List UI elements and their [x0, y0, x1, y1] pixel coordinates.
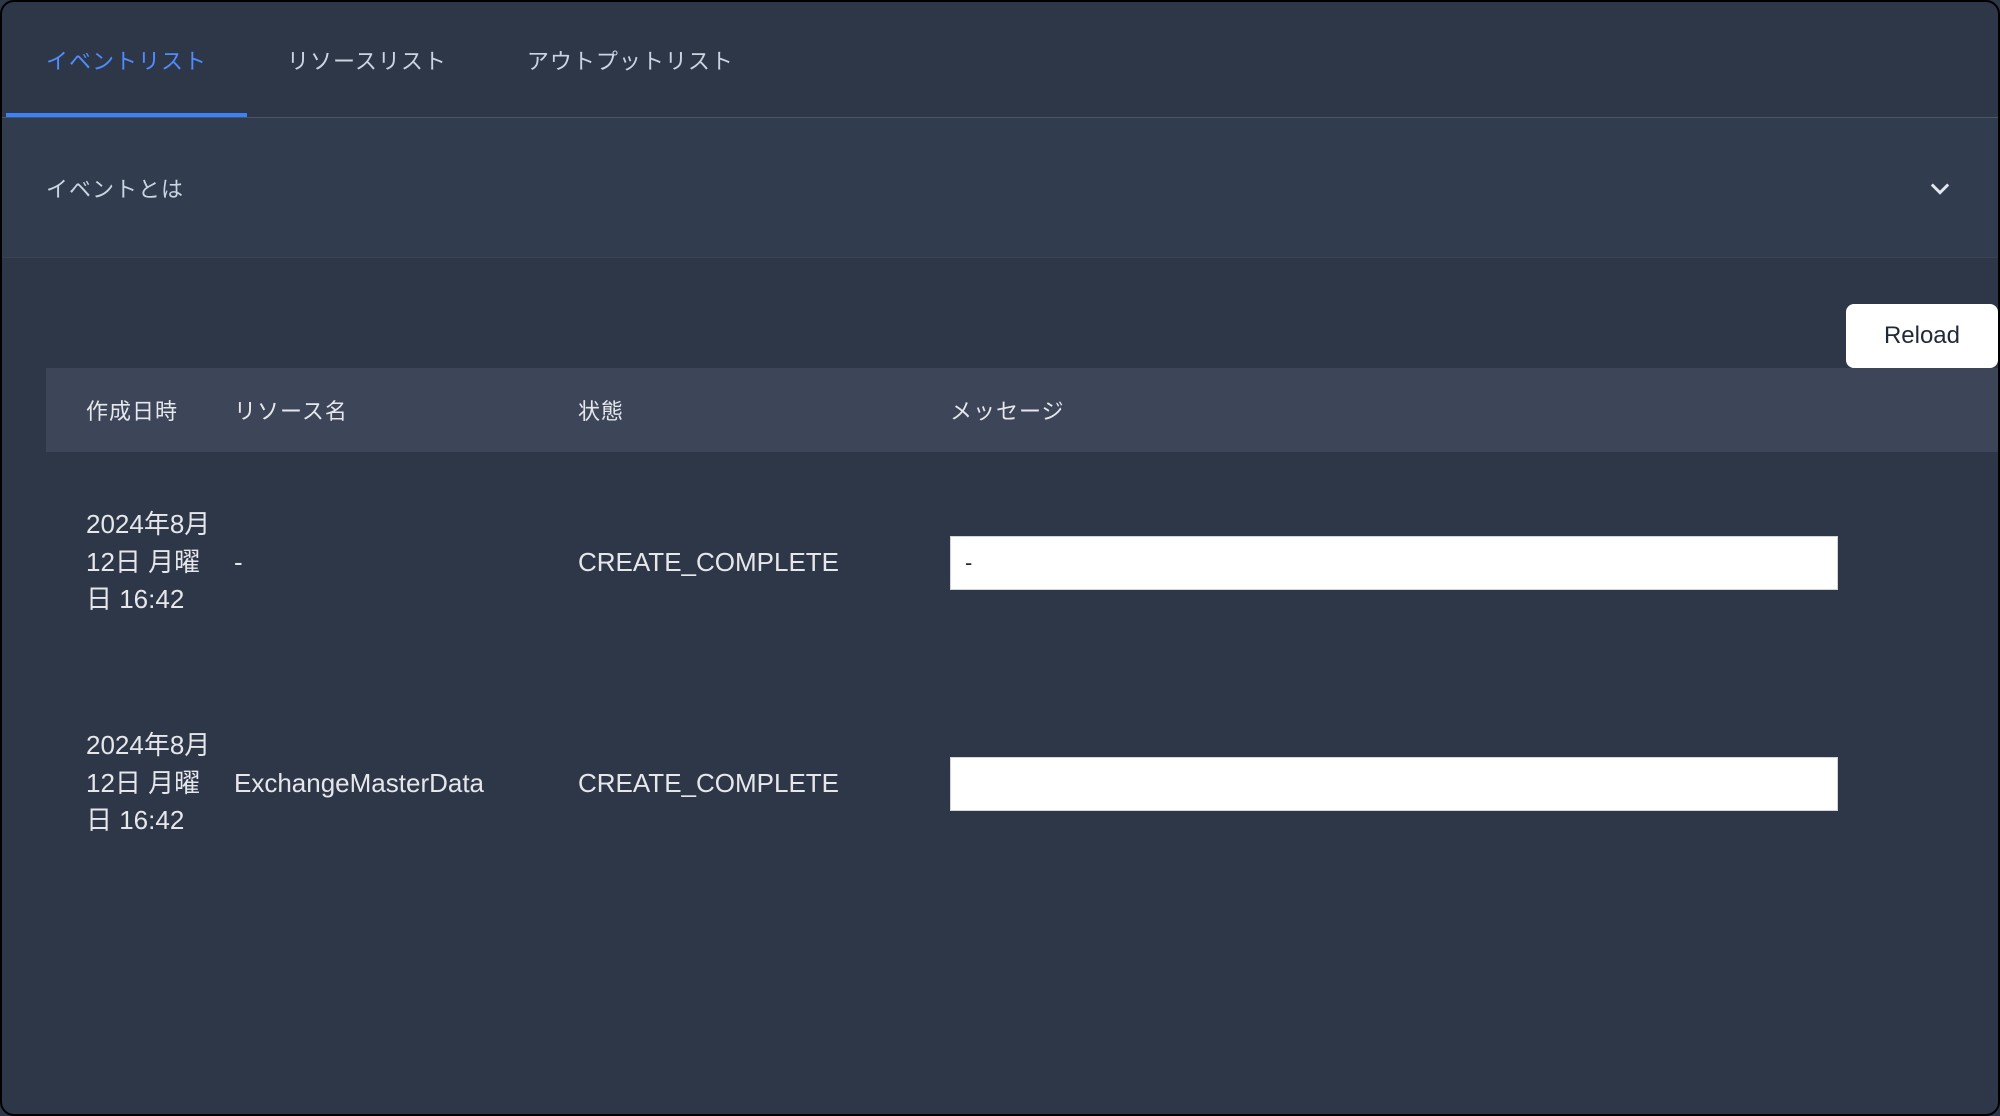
app-frame: イベントリスト リソースリスト アウトプットリスト イベントとは Reload … [0, 0, 2000, 1116]
cell-message [950, 536, 1958, 590]
tab-output-list[interactable]: アウトプットリスト [487, 2, 774, 117]
cell-resource-name: ExchangeMasterData [234, 768, 578, 799]
accordion-title: イベントとは [46, 172, 184, 204]
message-input[interactable] [950, 757, 1838, 811]
header-message: メッセージ [950, 394, 1958, 426]
reload-button-label: Reload [1884, 322, 1960, 349]
tab-event-list[interactable]: イベントリスト [6, 2, 247, 117]
tab-output-list-label: アウトプットリスト [527, 44, 734, 76]
toolbar: Reload [2, 258, 1998, 368]
cell-status: CREATE_COMPLETE [578, 547, 950, 578]
event-table: 作成日時 リソース名 状態 メッセージ 2024年8月12日 月曜日 16:42… [46, 368, 1998, 894]
header-created-at: 作成日時 [86, 394, 234, 426]
cell-created-at: 2024年8月12日 月曜日 16:42 [86, 506, 234, 619]
tab-resource-list[interactable]: リソースリスト [247, 2, 487, 117]
tab-event-list-label: イベントリスト [46, 44, 207, 76]
tab-resource-list-label: リソースリスト [287, 44, 447, 76]
cell-resource-name: - [234, 547, 578, 578]
chevron-down-icon [1926, 174, 1954, 202]
table-header: 作成日時 リソース名 状態 メッセージ [46, 368, 1998, 452]
table-row: 2024年8月12日 月曜日 16:42 - CREATE_COMPLETE [46, 452, 1998, 673]
accordion-what-is-event[interactable]: イベントとは [2, 118, 1998, 258]
reload-button[interactable]: Reload [1846, 304, 1998, 368]
header-status: 状態 [578, 394, 950, 426]
cell-message [950, 757, 1958, 811]
tabs-bar: イベントリスト リソースリスト アウトプットリスト [2, 2, 1998, 118]
message-input[interactable] [950, 536, 1838, 590]
header-resource-name: リソース名 [234, 394, 578, 426]
table-row: 2024年8月12日 月曜日 16:42 ExchangeMasterData … [46, 673, 1998, 894]
cell-status: CREATE_COMPLETE [578, 768, 950, 799]
cell-created-at: 2024年8月12日 月曜日 16:42 [86, 727, 234, 840]
